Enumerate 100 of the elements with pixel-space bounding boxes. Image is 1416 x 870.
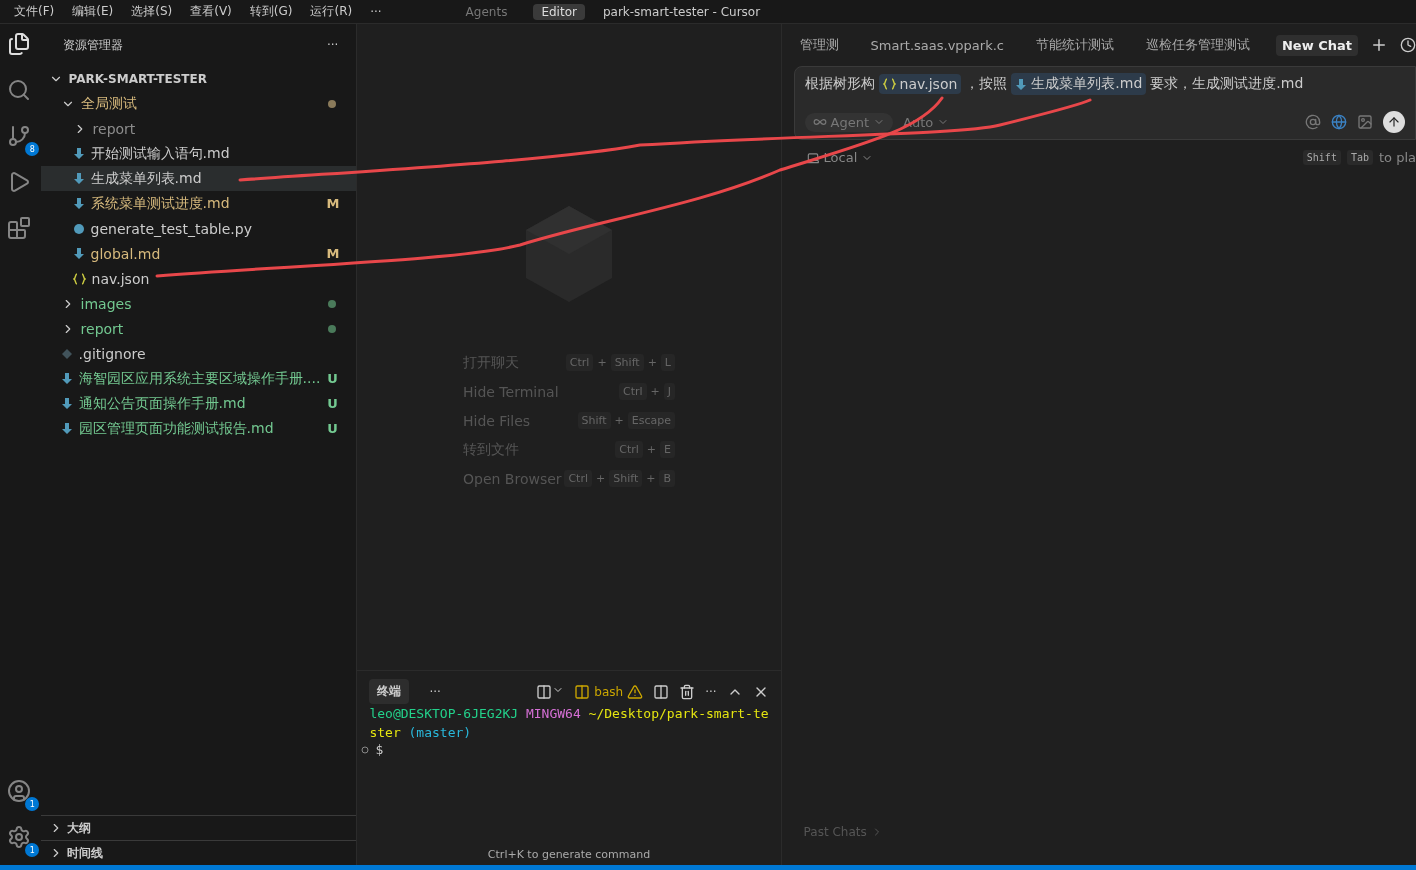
menu-item[interactable]: 运行(R) <box>310 3 353 20</box>
plus-icon[interactable] <box>1370 36 1388 54</box>
laptop-icon <box>805 150 820 165</box>
chat-tab[interactable]: 节能统计测试 <box>1030 33 1120 57</box>
git-status: M <box>326 246 339 261</box>
project-name[interactable]: PARK-SMART-TESTER <box>68 71 339 86</box>
mode-tab[interactable]: Editor <box>533 3 585 20</box>
clock-icon[interactable] <box>1400 37 1416 53</box>
folder-row[interactable]: report <box>40 116 357 141</box>
key-cap: Ctrl <box>565 354 594 371</box>
file-name: nav.json <box>91 270 151 287</box>
file-row[interactable]: 园区管理页面功能测试报告.md U <box>40 416 357 441</box>
folder-row[interactable]: report <box>40 316 357 341</box>
key-cap: Shift <box>610 354 644 371</box>
split-icon[interactable] <box>536 683 565 700</box>
file-name: 生成菜单列表.md <box>90 169 203 188</box>
send-button[interactable] <box>1383 111 1405 133</box>
file-row[interactable]: 生成菜单列表.md <box>40 166 357 191</box>
key-cap: Ctrl <box>618 383 647 400</box>
key-cap: Shift <box>1302 150 1341 165</box>
count-badge: 1 <box>25 843 40 857</box>
more-button[interactable]: ··· <box>705 684 717 699</box>
file-name: 全局测试 <box>80 94 138 113</box>
menu-item[interactable]: 查看(V) <box>190 3 232 20</box>
menu-item[interactable]: 选择(S) <box>131 3 173 20</box>
plus-sign: + <box>647 356 657 369</box>
section-header[interactable]: 时间线 <box>66 844 103 862</box>
folder-row[interactable]: images <box>40 291 357 316</box>
git-status: U <box>326 371 339 386</box>
git-status: M <box>326 196 339 211</box>
warning-icon <box>627 683 644 700</box>
menu-item[interactable]: 编辑(E) <box>72 3 114 20</box>
file-name: 园区管理页面功能测试报告.md <box>78 419 275 438</box>
chat-tab[interactable]: 巡检任务管理测试 <box>1140 33 1256 57</box>
file-row[interactable]: 海智园区应用系统主要区域操作手册.... U <box>40 366 357 391</box>
file-name: global.md <box>90 245 162 262</box>
key-cap: J <box>663 383 675 400</box>
file-name: 系统菜单测试进度.md <box>90 194 231 213</box>
key-cap: E <box>660 441 675 458</box>
more-button[interactable]: ··· <box>326 38 339 52</box>
more-button[interactable]: ··· <box>429 684 441 699</box>
chat-tab[interactable]: Smart.saas.vppark.c <box>864 34 1010 56</box>
file-name: 开始测试输入语句.md <box>90 144 231 163</box>
file-row[interactable]: global.md M <box>40 241 357 266</box>
globe-icon[interactable] <box>1331 114 1347 130</box>
file-name: generate_test_table.py <box>90 220 253 237</box>
panel-title: 资源管理器 <box>62 36 123 54</box>
down-arrow-icon <box>60 422 73 435</box>
circle-icon <box>361 745 370 754</box>
file-chip[interactable]: 生成菜单列表.md <box>1011 73 1147 95</box>
menu-item[interactable]: ··· <box>370 4 382 19</box>
plus-sign: + <box>597 356 607 369</box>
mode-tab[interactable]: Agents <box>457 3 516 20</box>
key-cap: Shift <box>577 412 611 429</box>
location-select[interactable]: Local <box>805 150 874 165</box>
terminal-text: leo@DESKTOP-6JEG2KJ <box>369 706 519 721</box>
file-row[interactable]: .gitignore <box>40 341 357 366</box>
plus-sign: + <box>614 414 624 427</box>
file-name: images <box>80 295 133 312</box>
image-icon[interactable] <box>1357 114 1373 130</box>
split-icon[interactable] <box>653 683 670 700</box>
file-name: .gitignore <box>78 345 147 362</box>
folder-row[interactable]: 全局测试 <box>40 91 357 116</box>
file-name: report <box>80 320 125 337</box>
section-header[interactable]: 大纲 <box>66 819 91 837</box>
down-arrow-icon <box>72 147 85 160</box>
braces-icon <box>72 272 86 285</box>
key-cap: B <box>659 470 675 487</box>
key-cap: Ctrl <box>564 470 592 487</box>
file-row[interactable]: 系统菜单测试进度.md M <box>40 191 357 216</box>
file-chip[interactable]: nav.json <box>878 74 962 94</box>
hint-text: to pla <box>1379 150 1416 165</box>
plus-sign: + <box>646 443 657 456</box>
down-arrow-icon <box>72 197 85 210</box>
chat-tab[interactable]: 管理测 <box>793 33 845 57</box>
down-arrow-icon <box>60 397 73 410</box>
file-name: 通知公告页面操作手册.md <box>78 394 247 413</box>
key-cap: L <box>660 354 675 371</box>
file-row[interactable]: nav.json <box>40 266 357 291</box>
terminal-tab[interactable]: 终端 <box>369 679 410 704</box>
file-row[interactable]: 通知公告页面操作手册.md U <box>40 391 357 416</box>
git-status: U <box>326 396 339 411</box>
menu-item[interactable]: 文件(F) <box>14 3 55 20</box>
key-cap: Shift <box>609 470 643 487</box>
file-name: 海智园区应用系统主要区域操作手册.... <box>78 369 321 388</box>
input-text: 要求，生成测试进度.md <box>1150 75 1304 93</box>
git-status: U <box>326 421 339 436</box>
input-text: ，按照 <box>965 75 1008 93</box>
plus-sign: + <box>596 472 606 485</box>
file-row[interactable]: 开始测试输入语句.md <box>40 141 357 166</box>
at-icon[interactable] <box>1305 114 1321 130</box>
menu-item[interactable]: 转到(G) <box>249 3 293 20</box>
window-title: park-smart-tester - Cursor <box>602 4 761 19</box>
down-arrow-icon <box>72 172 85 185</box>
key-cap: Tab <box>1346 150 1373 165</box>
file-row[interactable]: generate_test_table.py <box>40 216 357 241</box>
trash-icon[interactable] <box>679 683 696 700</box>
down-arrow-icon <box>60 372 73 385</box>
shell-name[interactable]: bash <box>594 684 624 699</box>
chat-tab[interactable]: New Chat <box>1276 34 1358 56</box>
